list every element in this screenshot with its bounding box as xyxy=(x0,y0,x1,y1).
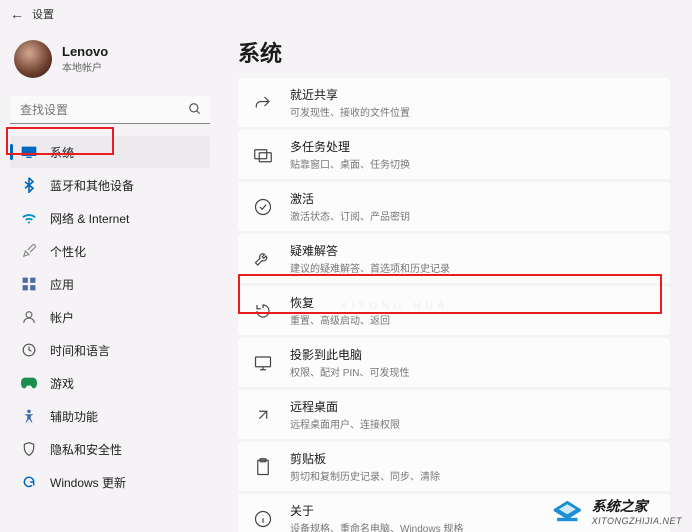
profile-block[interactable]: Lenovo 本地帐户 xyxy=(10,36,210,82)
setting-activation[interactable]: 激活激活状态、订阅、产品密钥 xyxy=(238,182,670,231)
nav-label: 辅助功能 xyxy=(50,408,98,425)
nav-list: 系统 蓝牙和其他设备 网络 & Internet 个性化 xyxy=(10,136,210,498)
remote-icon xyxy=(252,406,274,424)
settings-list: 就近共享可发现性、接收的文件位置 多任务处理贴靠窗口、桌面、任务切换 激活激活状… xyxy=(238,78,670,532)
clipboard-icon xyxy=(252,458,274,476)
update-icon xyxy=(20,473,38,491)
nav-label: 个性化 xyxy=(50,243,86,260)
watermark-url: XITONGZHIJIA.NET xyxy=(592,516,682,526)
personalize-icon xyxy=(20,242,38,260)
sidebar-item-system[interactable]: 系统 xyxy=(10,136,210,168)
window-header: ← 设置 xyxy=(0,0,692,28)
nav-label: 应用 xyxy=(50,276,74,293)
wifi-icon xyxy=(20,209,38,227)
gaming-icon xyxy=(20,374,38,392)
nav-label: Windows 更新 xyxy=(50,474,126,491)
nav-label: 时间和语言 xyxy=(50,342,110,359)
nav-label: 游戏 xyxy=(50,375,74,392)
setting-recovery[interactable]: 恢复重置、高级启动、返回 xyxy=(238,286,670,335)
setting-troubleshoot[interactable]: 疑难解答建议的疑难解答、首选项和历史记录 xyxy=(238,234,670,283)
setting-remote[interactable]: 远程桌面远程桌面用户、连接权限 xyxy=(238,390,670,439)
bluetooth-icon xyxy=(20,176,38,194)
nav-label: 隐私和安全性 xyxy=(50,441,122,458)
watermark-logo-icon xyxy=(552,497,586,525)
sidebar-item-accounts[interactable]: 帐户 xyxy=(10,301,210,333)
accessibility-icon xyxy=(20,407,38,425)
activation-icon xyxy=(252,198,274,216)
search-box[interactable] xyxy=(10,96,210,124)
accounts-icon xyxy=(20,308,38,326)
sidebar-item-update[interactable]: Windows 更新 xyxy=(10,466,210,498)
multitask-icon xyxy=(252,147,274,163)
setting-nearby-share[interactable]: 就近共享可发现性、接收的文件位置 xyxy=(238,78,670,127)
recovery-icon xyxy=(252,302,274,320)
sidebar: Lenovo 本地帐户 系统 蓝牙和其他设备 xyxy=(0,28,220,532)
time-icon xyxy=(20,341,38,359)
sidebar-item-network[interactable]: 网络 & Internet xyxy=(10,202,210,234)
sidebar-item-bluetooth[interactable]: 蓝牙和其他设备 xyxy=(10,169,210,201)
privacy-icon xyxy=(20,440,38,458)
watermark-title: 系统之家 xyxy=(592,496,682,516)
search-icon xyxy=(188,102,202,116)
profile-name: Lenovo xyxy=(62,44,108,59)
setting-project[interactable]: 投影到此电脑权限、配对 PIN、可发现性 xyxy=(238,338,670,387)
sidebar-item-time[interactable]: 时间和语言 xyxy=(10,334,210,366)
sidebar-item-privacy[interactable]: 隐私和安全性 xyxy=(10,433,210,465)
system-icon xyxy=(20,143,38,161)
nav-label: 帐户 xyxy=(50,309,74,326)
back-button[interactable]: ← xyxy=(10,6,24,22)
about-icon xyxy=(252,510,274,528)
main-panel: 系统 就近共享可发现性、接收的文件位置 多任务处理贴靠窗口、桌面、任务切换 激活… xyxy=(220,28,692,532)
search-input[interactable] xyxy=(10,96,210,124)
window-title: 设置 xyxy=(32,6,54,22)
nav-label: 系统 xyxy=(50,144,74,161)
sidebar-item-gaming[interactable]: 游戏 xyxy=(10,367,210,399)
troubleshoot-icon xyxy=(252,250,274,268)
sidebar-item-apps[interactable]: 应用 xyxy=(10,268,210,300)
nav-label: 蓝牙和其他设备 xyxy=(50,177,134,194)
apps-icon xyxy=(20,275,38,293)
watermark: 系统之家 XITONGZHIJIA.NET xyxy=(552,496,682,526)
profile-sub: 本地帐户 xyxy=(62,59,108,74)
sidebar-item-accessibility[interactable]: 辅助功能 xyxy=(10,400,210,432)
nav-label: 网络 & Internet xyxy=(50,210,129,227)
project-icon xyxy=(252,355,274,371)
sidebar-item-personalize[interactable]: 个性化 xyxy=(10,235,210,267)
share-icon xyxy=(252,94,274,112)
page-title: 系统 xyxy=(238,36,670,68)
setting-clipboard[interactable]: 剪贴板剪切和复制历史记录、同步、清除 xyxy=(238,442,670,491)
setting-multitask[interactable]: 多任务处理贴靠窗口、桌面、任务切换 xyxy=(238,130,670,179)
avatar xyxy=(14,40,52,78)
